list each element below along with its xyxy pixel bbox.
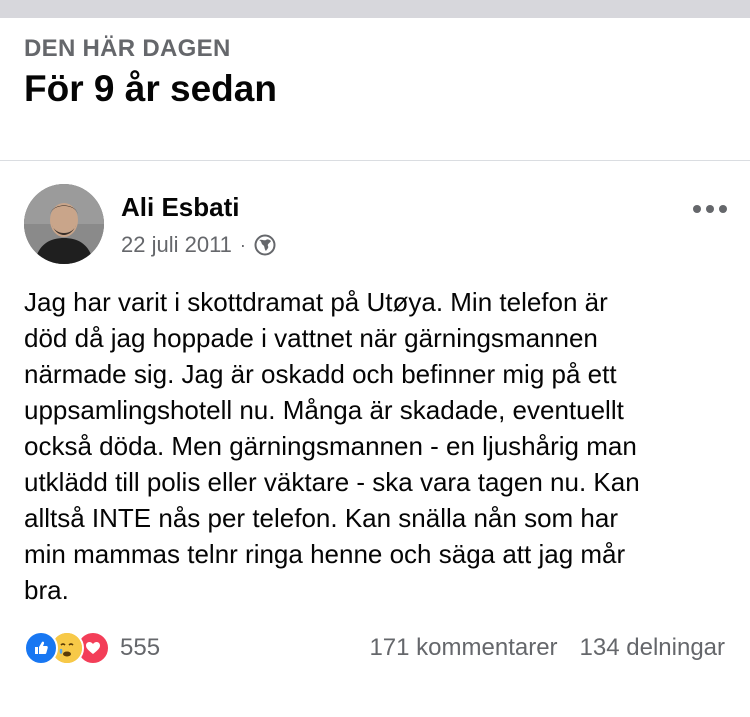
meta-separator: · — [239, 234, 246, 255]
author-name[interactable]: Ali Esbati — [121, 192, 239, 223]
header-divider — [0, 160, 750, 161]
profile-photo-icon — [24, 184, 104, 264]
memory-title: För 9 år sedan — [24, 68, 277, 109]
more-options-button[interactable] — [690, 196, 730, 222]
shares-link[interactable]: 134 delningar — [580, 634, 725, 662]
top-separator-band — [0, 0, 750, 18]
post-text: Jag har varit i skottdramat på Utøya. Mi… — [24, 287, 640, 605]
post-meta: 22 juli 2011 · — [121, 230, 276, 260]
reactions-summary[interactable]: 555 — [24, 630, 160, 666]
reaction-count: 555 — [120, 634, 161, 661]
memory-label: DEN HÄR DAGEN — [24, 35, 231, 62]
globe-icon — [254, 234, 276, 256]
more-options-icon — [693, 205, 727, 213]
reaction-icons — [24, 631, 110, 665]
avatar[interactable] — [24, 184, 104, 264]
engagement-stats: 171 kommentarer 134 delningar — [369, 630, 725, 666]
like-reaction-icon — [24, 631, 58, 665]
post-date[interactable]: 22 juli 2011 — [121, 232, 232, 258]
comments-link[interactable]: 171 kommentarer — [369, 634, 557, 662]
